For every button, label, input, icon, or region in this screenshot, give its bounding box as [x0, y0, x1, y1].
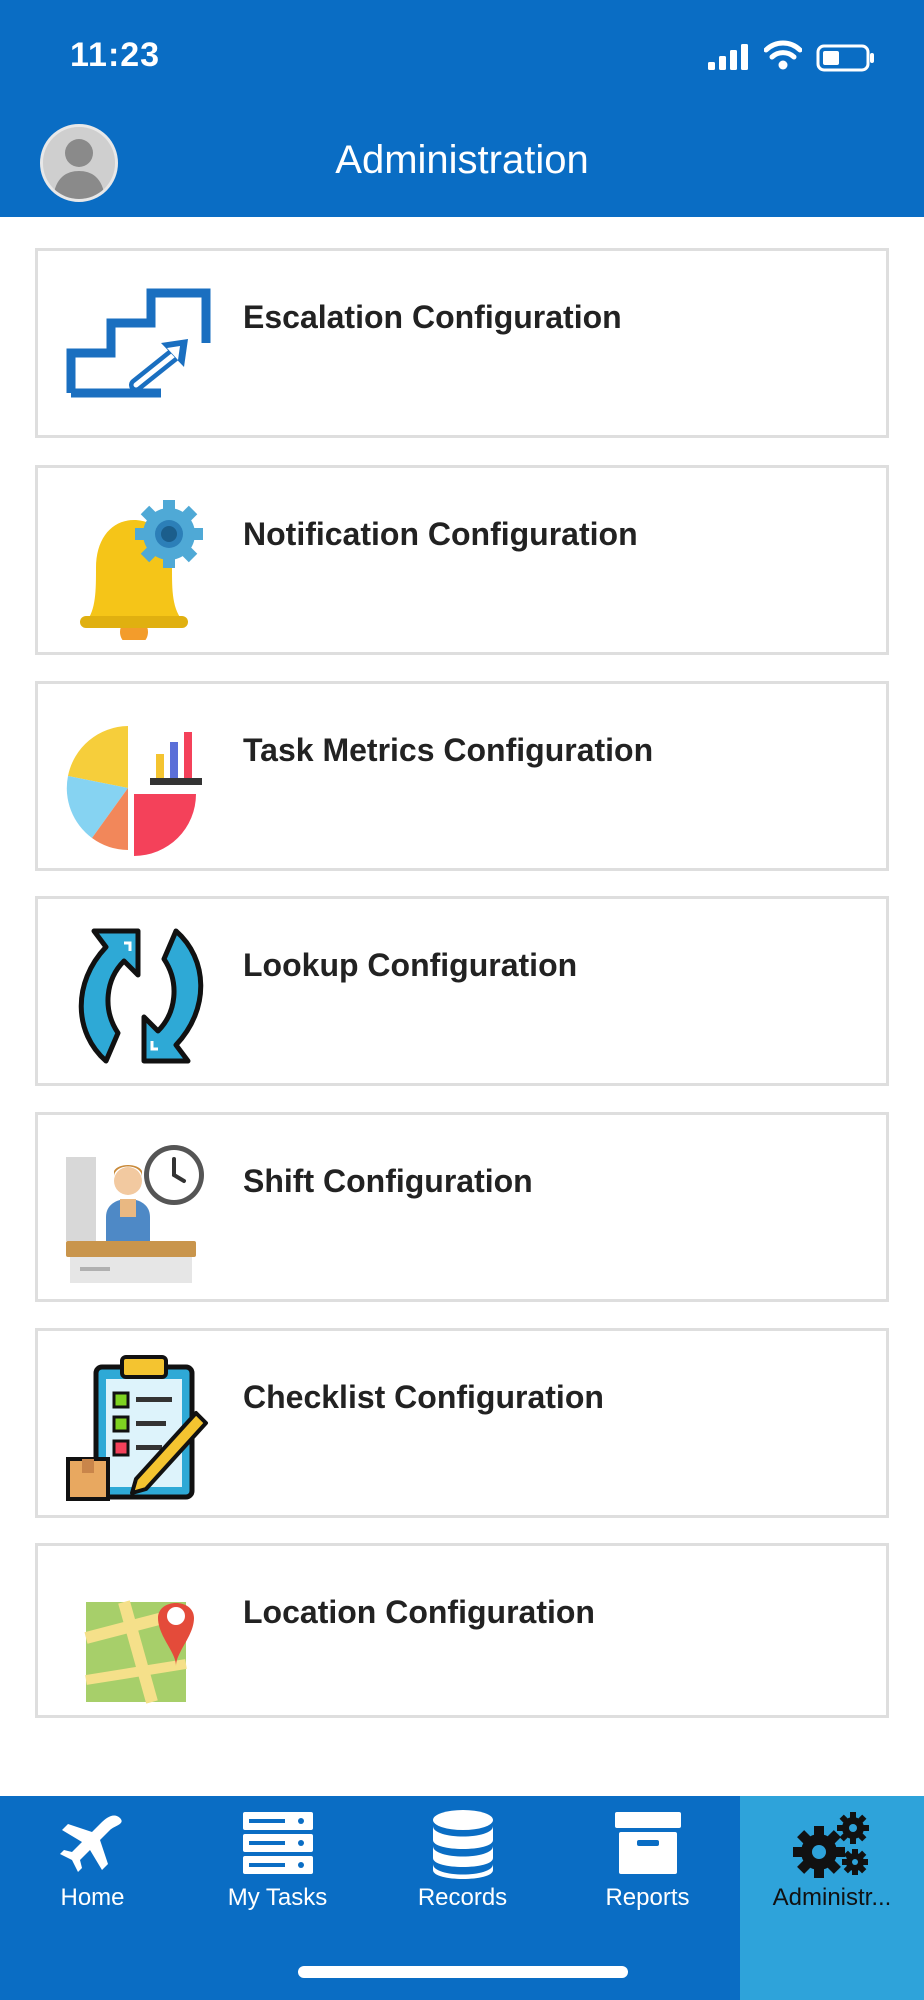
bell-gear-icon	[80, 500, 203, 640]
app-header: 11:23 Administration	[0, 0, 924, 217]
tab-label: Administr...	[772, 1884, 892, 1911]
menu-item-escalation[interactable]: Escalation Configuration	[35, 248, 889, 438]
menu-item-notification[interactable]: Notification Configuration	[35, 465, 889, 655]
gears-icon	[793, 1812, 869, 1878]
menu-item-lookup[interactable]: Lookup Configuration	[35, 896, 889, 1086]
menu-item-label: Task Metrics Configuration	[243, 732, 654, 768]
menu-item-shift[interactable]: Shift Configuration	[35, 1112, 889, 1302]
tab-label: My Tasks	[227, 1884, 328, 1911]
server-stack-icon	[242, 1812, 313, 1874]
page-title: Administration	[335, 138, 589, 182]
status-icons	[708, 40, 888, 74]
menu-item-label: Escalation Configuration	[243, 299, 622, 335]
archive-box-icon	[614, 1812, 681, 1874]
home-indicator[interactable]	[298, 1966, 628, 1978]
menu-item-label: Checklist Configuration	[243, 1379, 604, 1415]
cellular-signal-icon	[708, 44, 748, 70]
escalation-stairs-icon	[66, 288, 211, 398]
menu-item-location[interactable]: Location Configuration	[35, 1543, 889, 1718]
menu-item-label: Lookup Configuration	[243, 947, 578, 983]
clipboard-checklist-icon	[66, 1355, 208, 1501]
pie-chart-icon	[66, 726, 202, 856]
worker-clock-icon	[66, 1145, 204, 1283]
menu-item-label: Location Configuration	[243, 1594, 595, 1630]
tab-label: Records	[417, 1884, 508, 1911]
tab-label: Home	[60, 1884, 125, 1911]
database-icon	[432, 1810, 493, 1879]
map-pin-icon	[84, 1600, 194, 1704]
battery-icon	[816, 44, 874, 72]
status-time: 11:23	[70, 36, 161, 74]
wifi-icon	[764, 40, 802, 70]
menu-item-checklist[interactable]: Checklist Configuration	[35, 1328, 889, 1518]
airplane-icon	[59, 1815, 122, 1872]
menu-item-task-metrics[interactable]: Task Metrics Configuration	[35, 681, 889, 871]
tab-administration[interactable]: Administr...	[740, 1796, 924, 2000]
tab-label: Reports	[605, 1884, 690, 1911]
refresh-arrows-icon	[78, 928, 204, 1064]
menu-item-label: Notification Configuration	[243, 516, 638, 552]
tab-home[interactable]: Home	[0, 1796, 185, 2000]
menu-item-label: Shift Configuration	[243, 1163, 533, 1199]
